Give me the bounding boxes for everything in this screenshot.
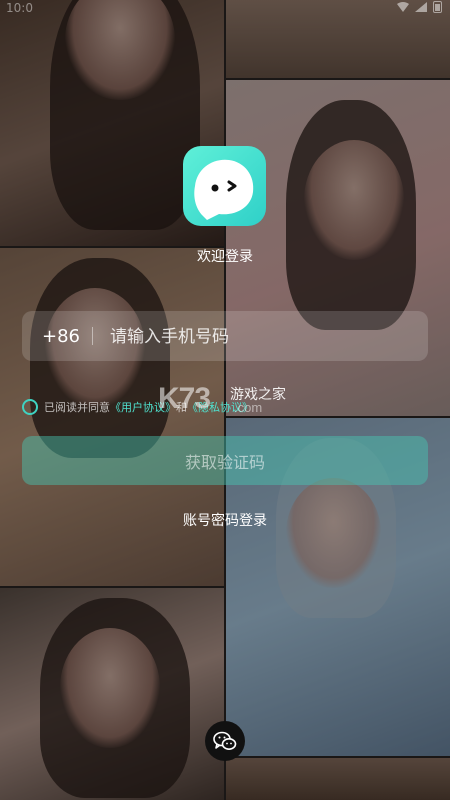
agreement-prefix: 已阅读并同意 bbox=[44, 401, 110, 414]
field-divider bbox=[92, 327, 93, 345]
welcome-title: 欢迎登录 bbox=[197, 249, 253, 265]
battery-icon bbox=[433, 1, 442, 13]
wechat-icon[interactable] bbox=[205, 721, 245, 761]
watermark-logo: K73 bbox=[158, 382, 211, 415]
wifi-icon bbox=[397, 2, 409, 12]
status-bar: 10:0 bbox=[0, 0, 450, 18]
country-code[interactable]: +86 bbox=[42, 326, 80, 347]
get-code-button[interactable]: 获取验证码 bbox=[22, 436, 428, 485]
password-login-link[interactable]: 账号密码登录 bbox=[0, 510, 450, 530]
phone-input[interactable] bbox=[108, 323, 412, 351]
agreement-checkbox[interactable] bbox=[22, 399, 38, 415]
status-time: 10:0 bbox=[6, 1, 33, 15]
phone-field[interactable]: +86 bbox=[22, 311, 428, 361]
app-logo-icon bbox=[183, 146, 266, 226]
status-icons bbox=[397, 1, 442, 13]
watermark-domain: .com bbox=[234, 400, 263, 415]
watermark: K73 游戏之家 .com bbox=[158, 380, 298, 420]
signal-icon bbox=[415, 2, 427, 12]
